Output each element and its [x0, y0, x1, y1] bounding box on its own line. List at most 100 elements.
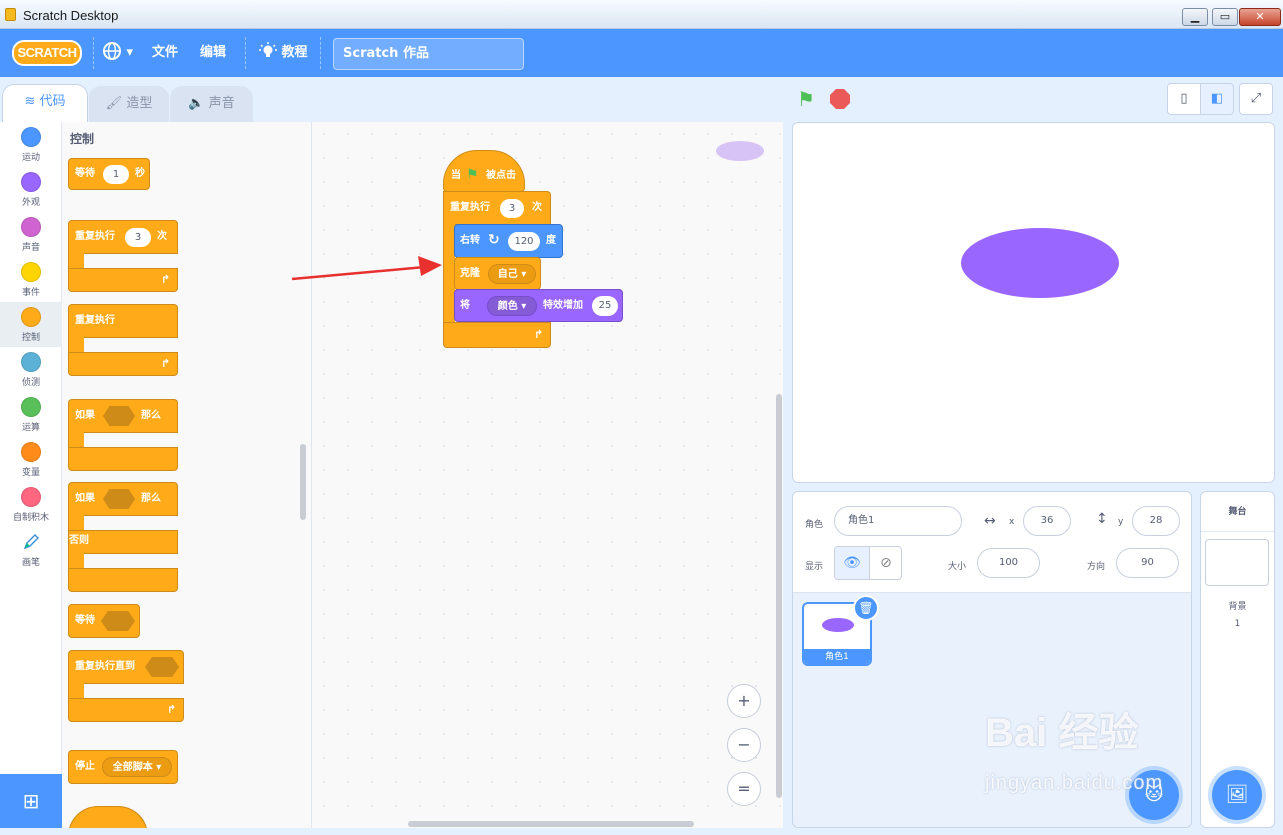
wait-seconds-input[interactable]: 1	[103, 165, 129, 184]
condition-slot[interactable]	[145, 657, 179, 677]
tutorials-menu[interactable]: 教程	[259, 29, 308, 77]
large-stage-button[interactable]: ◧	[1200, 83, 1234, 115]
sprite-name-input[interactable]: 角色1	[834, 506, 962, 536]
backdrops-count: 1	[1234, 619, 1241, 629]
category-dot	[21, 397, 41, 417]
show-label: 显示	[805, 562, 824, 572]
green-flag-icon: ⚑	[466, 167, 479, 183]
block-text: 次	[532, 202, 542, 213]
small-stage-button[interactable]: ▯	[1167, 83, 1201, 115]
stop-option-dropdown[interactable]: 全部脚本 ▾	[102, 757, 172, 777]
fullscreen-icon: ⤢	[1250, 91, 1262, 106]
category-pen[interactable]: 画笔	[0, 527, 62, 572]
stage-canvas[interactable]	[792, 122, 1275, 483]
category-dot	[21, 487, 41, 507]
size-input[interactable]: 100	[977, 548, 1040, 578]
x-input[interactable]: 36	[1023, 506, 1071, 536]
y-input[interactable]: 28	[1132, 506, 1180, 536]
block-arm	[68, 432, 84, 448]
block-if-else[interactable]: 如果 那么	[68, 482, 178, 516]
tab-sounds[interactable]: 🔈 声音	[170, 86, 253, 122]
block-when-flag-clicked[interactable]: 当 ⚑ 被点击	[443, 150, 525, 192]
block-stop[interactable]: 停止 全部脚本 ▾	[68, 750, 178, 784]
zoom-reset-button[interactable]: =	[727, 772, 761, 806]
block-create-clone[interactable]: 克隆 自己 ▾	[454, 257, 541, 290]
block-wait[interactable]: 等待 1 秒	[68, 158, 150, 190]
minimize-icon: ▁	[1190, 10, 1200, 23]
category-events[interactable]: 事件	[0, 257, 62, 302]
block-text: 次	[157, 231, 167, 242]
category-control[interactable]: 控制	[0, 302, 62, 347]
scratch-logo[interactable]: SCRATCH	[12, 40, 82, 66]
block-foot	[68, 568, 178, 592]
show-visible-button[interactable]: 👁	[835, 547, 869, 579]
block-change-effect[interactable]: 将 颜色 ▾ 特效增加 25	[454, 289, 623, 322]
zoom-out-button[interactable]: −	[727, 728, 761, 762]
block-arm	[68, 253, 84, 269]
block-turn-right[interactable]: 右转 ↻ 120 度	[454, 224, 563, 258]
close-button[interactable]: ✕	[1239, 8, 1281, 26]
minimize-button[interactable]: ▁	[1182, 8, 1208, 26]
block-text: 秒	[135, 168, 145, 179]
category-dot	[21, 352, 41, 372]
block-if-then[interactable]: 如果 那么	[68, 399, 178, 433]
category-sensing[interactable]: 侦测	[0, 347, 62, 392]
block-text: 那么	[141, 493, 161, 504]
add-extension-button[interactable]: ⊞	[0, 774, 62, 828]
category-dot	[21, 127, 41, 147]
palette-scrollbar[interactable]	[300, 444, 306, 520]
delete-sprite-button[interactable]: 🗑	[853, 595, 879, 621]
direction-input[interactable]: 90	[1116, 548, 1179, 578]
add-backdrop-button[interactable]: 🖼	[1212, 770, 1262, 820]
x-label: x	[1009, 517, 1015, 527]
repeat-count-input[interactable]: 3	[500, 199, 524, 218]
show-hidden-button[interactable]: ⊘	[869, 547, 901, 579]
block-hat-partial[interactable]	[68, 806, 148, 828]
project-title-input[interactable]: Scratch 作品	[333, 38, 524, 70]
category-my-blocks[interactable]: 自制积木	[0, 482, 62, 527]
block-palette: 控制 等待 1 秒 重复执行 3 次 ↱ 重复执行 ↱ 如果 那么 如果 那么 …	[62, 122, 312, 828]
condition-slot[interactable]	[103, 406, 135, 426]
category-label: 自制积木	[12, 513, 49, 523]
block-repeat-until[interactable]: 重复执行直到	[68, 650, 184, 684]
workspace-horizontal-scrollbar[interactable]	[408, 821, 694, 827]
turn-degrees-input[interactable]: 120	[508, 232, 540, 251]
green-flag-button[interactable]: ⚑	[797, 88, 819, 110]
stage-pane-title: 舞台	[1201, 492, 1274, 532]
effect-type-dropdown[interactable]: 颜色 ▾	[487, 296, 537, 316]
stop-button[interactable]	[830, 89, 850, 109]
condition-slot[interactable]	[103, 489, 135, 509]
category-sound[interactable]: 声音	[0, 212, 62, 257]
sprite-ellipse[interactable]	[961, 228, 1119, 298]
repeat-count-input[interactable]: 3	[125, 228, 151, 247]
workspace-vertical-scrollbar[interactable]	[776, 394, 782, 798]
block-repeat[interactable]: 重复执行 3 次	[68, 220, 178, 254]
category-label: 声音	[21, 243, 40, 253]
menu-separator	[93, 37, 94, 69]
restore-button[interactable]: ▭	[1212, 8, 1238, 26]
condition-slot[interactable]	[101, 611, 135, 631]
category-operators[interactable]: 运算	[0, 392, 62, 437]
category-label: 事件	[21, 288, 40, 298]
block-forever[interactable]: 重复执行	[68, 304, 178, 338]
dropdown-value: 颜色	[497, 301, 518, 312]
category-variables[interactable]: 变量	[0, 437, 62, 482]
language-menu[interactable]: ▾	[102, 29, 133, 77]
stage-thumbnail[interactable]	[1205, 539, 1269, 586]
globe-icon	[103, 42, 121, 60]
clone-target-dropdown[interactable]: 自己 ▾	[488, 264, 536, 284]
block-wait-until[interactable]: 等待	[68, 604, 140, 638]
category-motion[interactable]: 运动	[0, 122, 62, 167]
tab-code[interactable]: ≋ 代码	[2, 84, 88, 122]
zoom-in-button[interactable]: +	[727, 684, 761, 718]
code-workspace[interactable]: 当 ⚑ 被点击 重复执行 3 次 ↱ 右转 ↻ 120 度 克隆 自己 ▾ 将 …	[312, 122, 783, 828]
tutorials-label: 教程	[281, 45, 308, 60]
fullscreen-button[interactable]: ⤢	[1239, 83, 1273, 115]
block-repeat[interactable]: 重复执行 3 次	[443, 191, 551, 225]
effect-amount-input[interactable]: 25	[592, 296, 618, 316]
edit-menu[interactable]: 编辑	[200, 29, 226, 77]
tab-costumes[interactable]: 🖌 造型	[89, 86, 169, 122]
file-menu[interactable]: 文件	[152, 29, 178, 77]
category-label: 外观	[21, 198, 40, 208]
category-looks[interactable]: 外观	[0, 167, 62, 212]
